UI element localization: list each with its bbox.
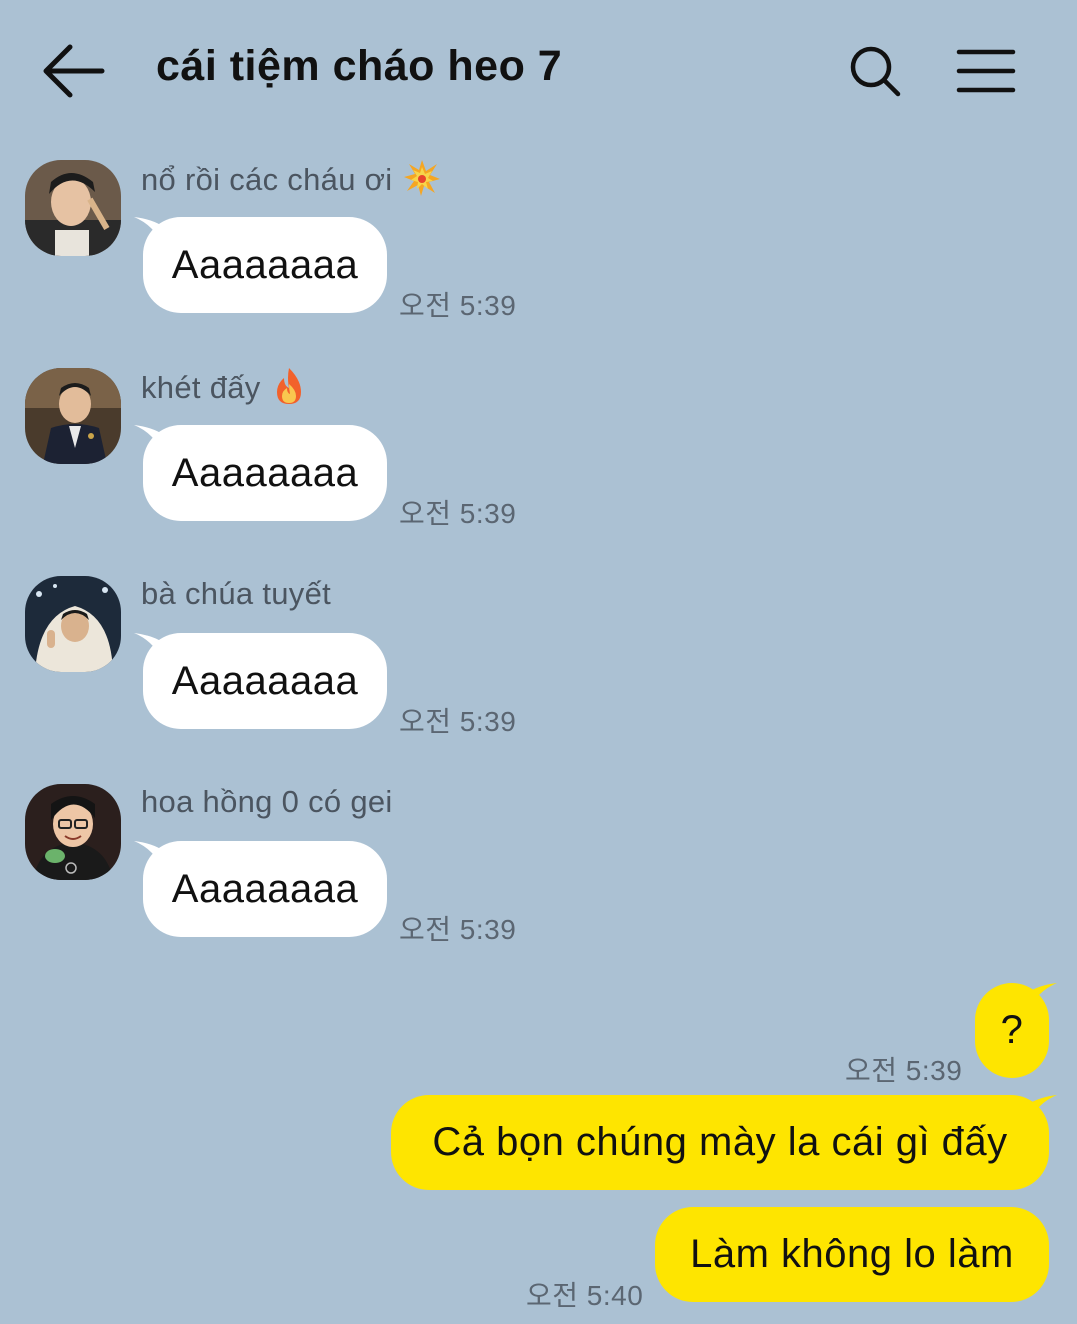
avatar-photo [25, 368, 121, 464]
chat-title: cái tiệm cháo heo 7 [156, 42, 563, 90]
avatar-photo [25, 784, 121, 880]
sender-avatar[interactable] [25, 784, 121, 880]
message-bubble[interactable]: Aaaaaaaa [143, 425, 387, 521]
arrow-left-icon [43, 44, 105, 98]
sender-name: khét đấy [141, 366, 307, 414]
sender-name: nổ rồi các cháu ơi [141, 158, 442, 206]
search-button[interactable] [848, 44, 902, 98]
message-time: 오전 5:39 [399, 914, 517, 945]
sender-name: hoa hồng 0 có gei [141, 784, 393, 819]
avatar-photo [25, 160, 121, 256]
message-bubble[interactable]: Cả bọn chúng mày la cái gì đấy [391, 1095, 1049, 1190]
message-time: 오전 5:39 [399, 498, 517, 529]
sender-avatar[interactable] [25, 576, 121, 672]
avatar-photo [25, 576, 121, 672]
chat-header: cái tiệm cháo heo 7 [0, 0, 1077, 140]
message-time: 오전 5:39 [845, 1055, 963, 1086]
hamburger-menu-icon [956, 49, 1016, 93]
message-bubble[interactable]: Làm không lo làm [655, 1207, 1049, 1302]
message-bubble[interactable]: ? [975, 983, 1049, 1078]
menu-button[interactable] [955, 46, 1017, 96]
sender-avatar[interactable] [25, 160, 121, 256]
collision-emoji-icon [402, 158, 442, 206]
fire-emoji-icon [271, 366, 307, 414]
message-time: 오전 5:39 [399, 290, 517, 321]
message-time: 오전 5:40 [526, 1280, 644, 1311]
message-bubble[interactable]: Aaaaaaaa [143, 633, 387, 729]
search-icon [850, 46, 901, 97]
sender-name: bà chúa tuyết [141, 576, 332, 611]
message-bubble[interactable]: Aaaaaaaa [143, 217, 387, 313]
message-bubble[interactable]: Aaaaaaaa [143, 841, 387, 937]
back-button[interactable] [40, 40, 106, 102]
message-time: 오전 5:39 [399, 706, 517, 737]
sender-avatar[interactable] [25, 368, 121, 464]
